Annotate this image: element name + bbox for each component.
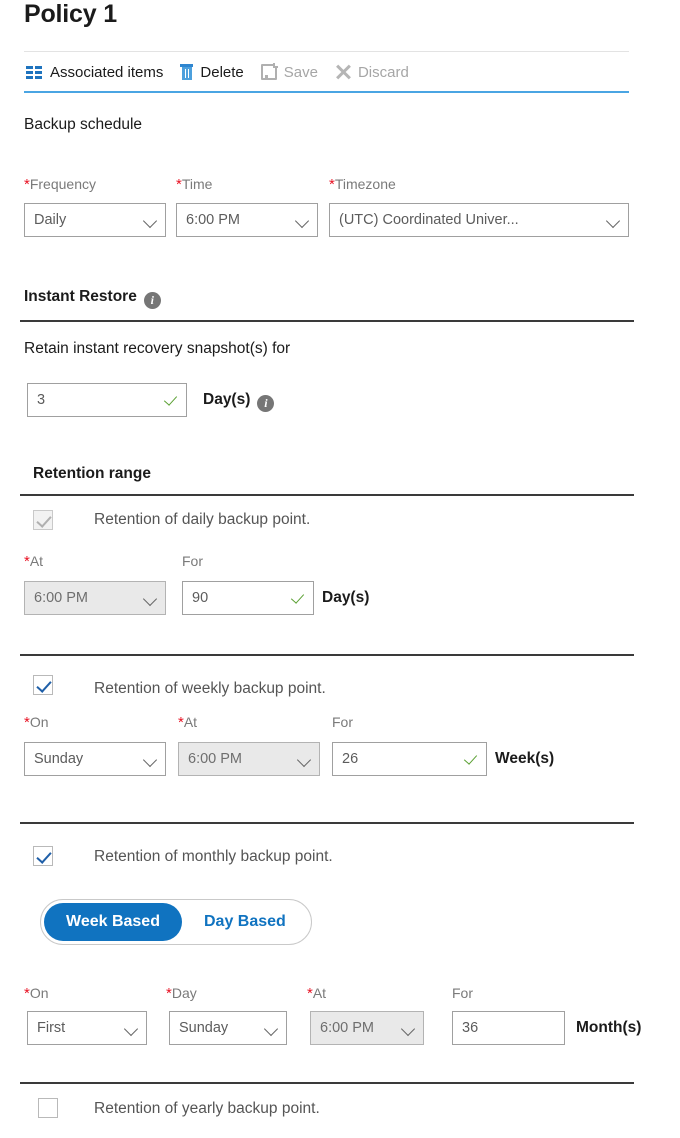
yearly-retention-label: Retention of yearly backup point.: [94, 1100, 320, 1117]
weekly-at-dropdown: 6:00 PM: [178, 742, 320, 776]
monthly-on-dropdown[interactable]: First: [27, 1011, 147, 1045]
chevron-down-icon: [298, 755, 311, 763]
save-icon: [260, 63, 278, 80]
time-value: 6:00 PM: [186, 212, 240, 228]
weekly-retention-checkbox[interactable]: [33, 675, 53, 695]
monthly-for-input[interactable]: 36: [452, 1011, 565, 1045]
timezone-value: (UTC) Coordinated Univer...: [339, 212, 519, 228]
monthly-at-dropdown: 6:00 PM: [310, 1011, 424, 1045]
valid-check-icon: [164, 393, 178, 407]
valid-check-icon: [291, 591, 305, 605]
delete-label: Delete: [200, 63, 244, 81]
monthly-day-value: Sunday: [179, 1020, 229, 1036]
chevron-down-icon: [144, 216, 157, 224]
weekly-at-label: *At: [178, 714, 198, 731]
retain-days-value: 3: [37, 392, 46, 408]
instant-restore-divider: [20, 320, 634, 322]
frequency-dropdown[interactable]: Daily: [24, 203, 166, 237]
save-label: Save: [283, 63, 318, 81]
daily-at-value: 6:00 PM: [34, 590, 88, 606]
daily-for-input[interactable]: 90: [182, 581, 314, 615]
daily-retention-checkbox: [33, 510, 53, 530]
weekly-on-label: *On: [24, 714, 49, 731]
chevron-down-icon: [144, 594, 157, 602]
save-button[interactable]: Save: [259, 57, 327, 87]
chevron-down-icon: [144, 755, 157, 763]
monthly-on-value: First: [37, 1020, 66, 1036]
monthly-retention-label: Retention of monthly backup point.: [94, 848, 333, 865]
discard-x-icon: [335, 64, 351, 80]
yearly-section-divider: [20, 1082, 634, 1084]
monthly-mode-toggle[interactable]: Week Based Day Based: [40, 899, 312, 945]
delete-button[interactable]: Delete: [178, 57, 252, 87]
associated-items-button[interactable]: Associated items: [24, 57, 172, 87]
weekly-for-unit: Week(s): [495, 750, 555, 767]
timezone-dropdown[interactable]: (UTC) Coordinated Univer...: [329, 203, 629, 237]
daily-retention-label: Retention of daily backup point.: [94, 511, 311, 528]
info-icon[interactable]: i: [257, 395, 275, 412]
monthly-for-unit: Month(s): [576, 1019, 642, 1036]
monthly-day-dropdown[interactable]: Sunday: [169, 1011, 287, 1045]
daily-at-label: *At: [24, 553, 44, 570]
weekly-for-value: 26: [342, 751, 359, 767]
time-dropdown[interactable]: 6:00 PM: [176, 203, 318, 237]
valid-check-icon: [464, 752, 478, 766]
monthly-on-label: *On: [24, 985, 49, 1002]
monthly-for-value: 36: [462, 1020, 479, 1036]
daily-for-value: 90: [192, 590, 209, 606]
retention-range-heading: Retention range: [33, 465, 151, 482]
discard-label: Discard: [357, 63, 409, 81]
monthly-at-value: 6:00 PM: [320, 1020, 374, 1036]
weekly-on-dropdown[interactable]: Sunday: [24, 742, 166, 776]
toggle-option-day-based[interactable]: Day Based: [182, 903, 308, 941]
toolbar-accent-underline: [24, 91, 629, 93]
yearly-retention-checkbox[interactable]: [38, 1098, 58, 1118]
toolbar: Associated items Delete Save Discard: [24, 55, 629, 89]
retain-days-input[interactable]: 3: [27, 383, 187, 417]
instant-restore-heading: Instant Restore i: [24, 288, 161, 309]
weekly-retention-label: Retention of weekly backup point.: [94, 680, 326, 697]
retention-range-divider: [20, 494, 634, 496]
info-icon[interactable]: i: [143, 292, 161, 309]
toggle-option-week-based[interactable]: Week Based: [44, 903, 182, 941]
monthly-for-label: For: [452, 985, 473, 1001]
monthly-retention-checkbox[interactable]: [33, 846, 53, 866]
retain-days-unit: Day(s) i: [203, 391, 275, 412]
weekly-on-value: Sunday: [34, 751, 84, 767]
monthly-day-label: *Day: [166, 985, 197, 1002]
trash-icon: [180, 64, 194, 80]
associated-items-icon: [26, 65, 43, 79]
daily-at-dropdown: 6:00 PM: [24, 581, 166, 615]
frequency-label: *Frequency: [24, 176, 96, 193]
chevron-down-icon: [296, 216, 309, 224]
chevron-down-icon: [125, 1024, 138, 1032]
monthly-section-divider: [20, 822, 634, 824]
toolbar-top-divider: [24, 51, 629, 52]
weekly-for-input[interactable]: 26: [332, 742, 487, 776]
retain-snapshot-label: Retain instant recovery snapshot(s) for: [24, 340, 291, 357]
daily-for-label: For: [182, 553, 203, 569]
frequency-value: Daily: [34, 212, 67, 228]
weekly-at-value: 6:00 PM: [188, 751, 242, 767]
chevron-down-icon: [402, 1024, 415, 1032]
time-label: *Time: [176, 176, 213, 193]
backup-schedule-heading: Backup schedule: [24, 116, 143, 133]
discard-button[interactable]: Discard: [333, 57, 418, 87]
monthly-at-label: *At: [307, 985, 327, 1002]
associated-items-label: Associated items: [50, 63, 164, 81]
chevron-down-icon: [265, 1024, 278, 1032]
timezone-label: *Timezone: [329, 176, 396, 193]
weekly-section-divider: [20, 654, 634, 656]
weekly-for-label: For: [332, 714, 353, 730]
daily-for-unit: Day(s): [322, 589, 370, 606]
chevron-down-icon: [607, 216, 620, 224]
page-title: Policy 1: [24, 0, 117, 28]
